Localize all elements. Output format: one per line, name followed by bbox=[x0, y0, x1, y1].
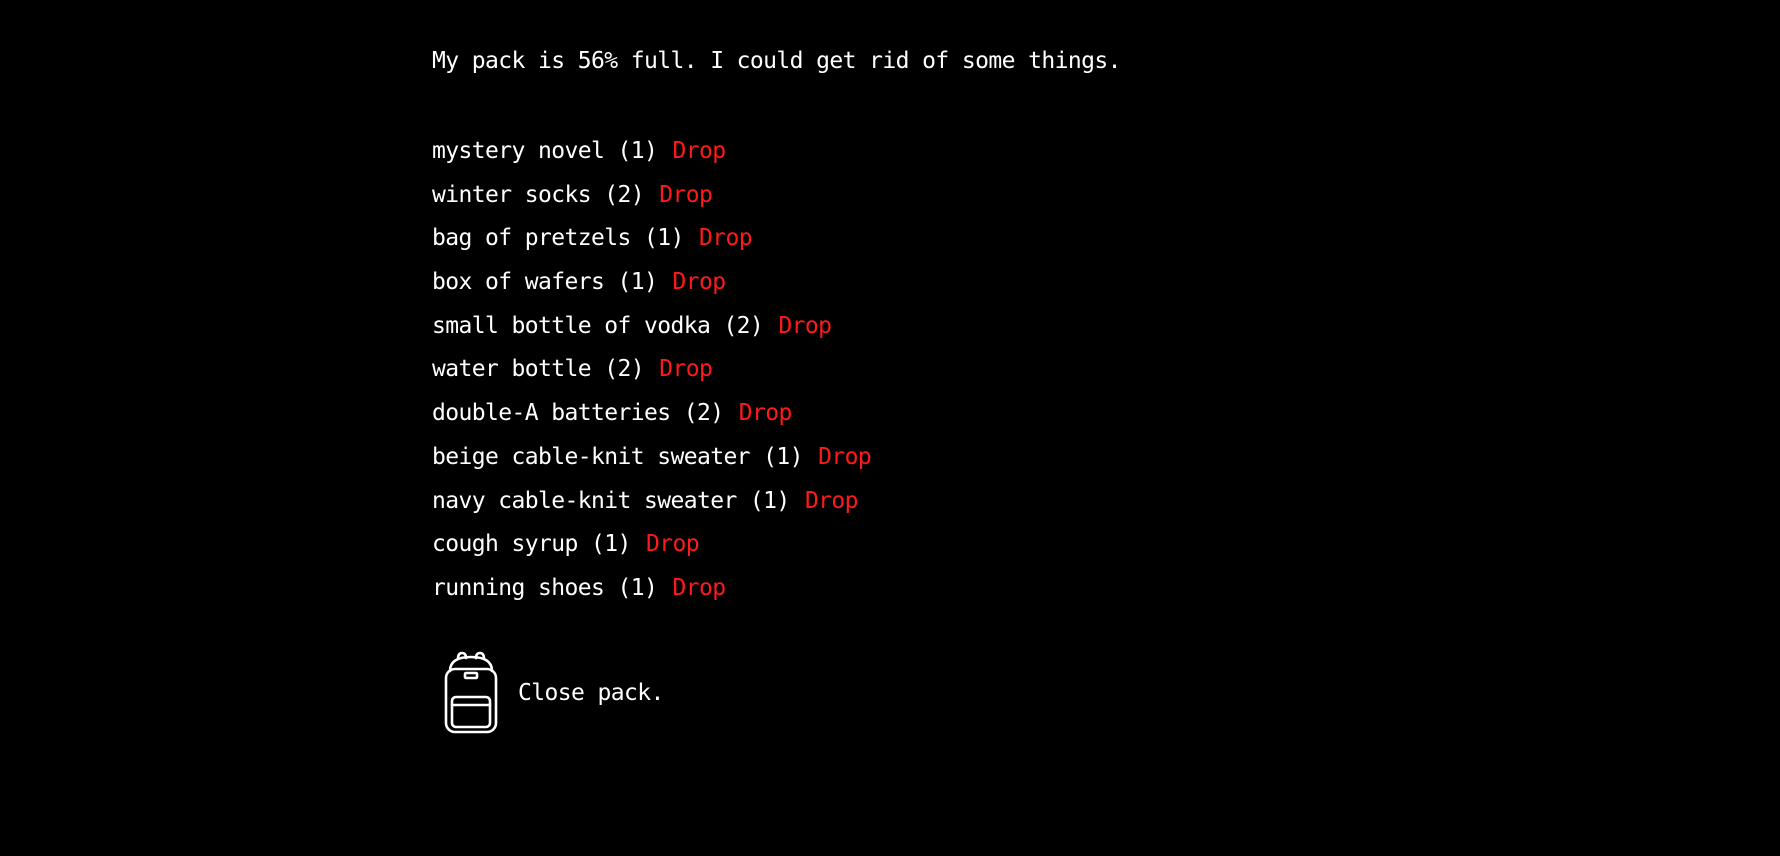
drop-button[interactable]: Drop bbox=[672, 269, 726, 295]
drop-button[interactable]: Drop bbox=[659, 356, 713, 382]
list-item: box of wafers (1) Drop bbox=[432, 261, 1332, 305]
list-item: mystery novel (1) Drop bbox=[432, 130, 1332, 174]
list-item: double-A batteries (2) Drop bbox=[432, 392, 1332, 436]
item-label: double-A batteries (2) bbox=[432, 400, 724, 427]
item-label: beige cable-knit sweater (1) bbox=[432, 443, 804, 470]
list-item: water bottle (2) Drop bbox=[432, 348, 1332, 392]
drop-button[interactable]: Drop bbox=[672, 575, 726, 601]
item-label: winter socks (2) bbox=[432, 181, 645, 208]
item-label: small bottle of vodka (2) bbox=[432, 312, 764, 339]
list-item: winter socks (2) Drop bbox=[432, 174, 1332, 218]
drop-button[interactable]: Drop bbox=[699, 225, 753, 251]
list-item: navy cable-knit sweater (1) Drop bbox=[432, 480, 1332, 524]
item-label: navy cable-knit sweater (1) bbox=[432, 487, 790, 514]
drop-button[interactable]: Drop bbox=[818, 444, 872, 470]
list-item: bag of pretzels (1) Drop bbox=[432, 217, 1332, 261]
close-pack-button[interactable]: Close pack. bbox=[432, 651, 1332, 735]
item-label: cough syrup (1) bbox=[432, 531, 631, 558]
pack-status-text: My pack is 56% full. I could get rid of … bbox=[432, 48, 1121, 74]
drop-button[interactable]: Drop bbox=[646, 531, 700, 557]
close-pack-label[interactable]: Close pack. bbox=[518, 680, 664, 706]
drop-button[interactable]: Drop bbox=[659, 182, 713, 208]
drop-button[interactable]: Drop bbox=[739, 400, 793, 426]
item-label: bag of pretzels (1) bbox=[432, 225, 684, 252]
list-item: running shoes (1) Drop bbox=[432, 567, 1332, 611]
drop-button[interactable]: Drop bbox=[778, 313, 832, 339]
drop-button[interactable]: Drop bbox=[805, 488, 859, 514]
list-item: beige cable-knit sweater (1) Drop bbox=[432, 436, 1332, 480]
inventory-panel: My pack is 56% full. I could get rid of … bbox=[432, 44, 1332, 735]
item-label: mystery novel (1) bbox=[432, 138, 658, 164]
backpack-icon[interactable] bbox=[442, 651, 500, 735]
item-label: running shoes (1) bbox=[432, 574, 658, 601]
drop-button[interactable]: Drop bbox=[672, 138, 726, 164]
item-list: mystery novel (1) Drop winter socks (2) … bbox=[432, 130, 1332, 611]
item-label: box of wafers (1) bbox=[432, 269, 658, 296]
list-item: small bottle of vodka (2) Drop bbox=[432, 305, 1332, 349]
list-item: cough syrup (1) Drop bbox=[432, 523, 1332, 567]
item-label: water bottle (2) bbox=[432, 356, 645, 383]
